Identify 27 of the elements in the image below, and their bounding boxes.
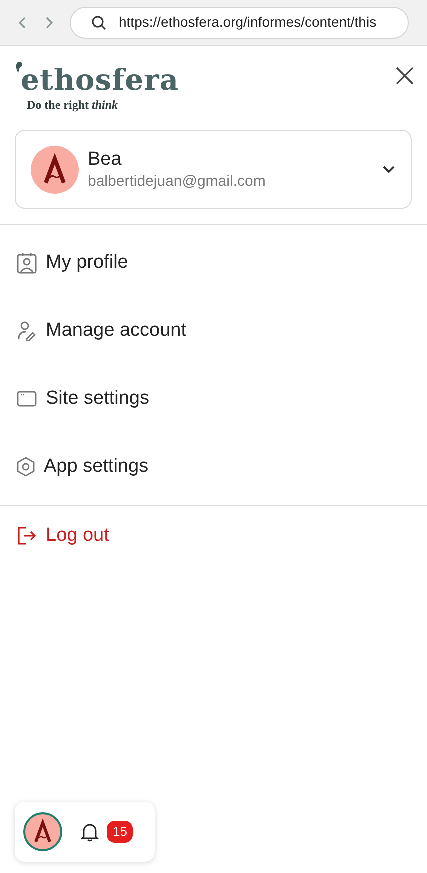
bell-icon[interactable] [81, 822, 99, 842]
account-card[interactable]: Bea balbertidejuan@gmail.com [15, 130, 412, 209]
logo-tagline: Do the right think [27, 97, 120, 114]
address-bar[interactable]: https://ethosfera.org/informes/content/this [70, 6, 409, 38]
logout-item[interactable]: Log out [0, 506, 427, 566]
chevron-down-icon[interactable] [382, 165, 396, 174]
account-name: Bea [88, 148, 123, 172]
back-icon[interactable] [18, 16, 28, 30]
notification-badge: 15 [107, 821, 134, 843]
url-text: https://ethosfera.org/informes/content/this [119, 13, 377, 32]
logo-drop-icon [16, 62, 23, 74]
close-icon[interactable] [395, 66, 415, 86]
account-email: balbertidejuan@gmail.com [88, 172, 267, 192]
search-icon [91, 14, 107, 30]
avatar-icon[interactable] [23, 812, 63, 852]
browser-window-icon [17, 391, 37, 407]
menu-item[interactable]: App settings [0, 433, 427, 501]
hexagon-icon [17, 457, 35, 477]
user-edit-icon [17, 321, 37, 341]
logo-wordmark: ethosfera [21, 64, 180, 96]
menu-item[interactable]: Manage account [0, 297, 427, 365]
forward-icon[interactable] [44, 16, 54, 30]
id-card-icon [17, 252, 37, 274]
avatar-icon [31, 146, 79, 194]
menu-item[interactable]: My profile [0, 229, 427, 297]
menu-item[interactable]: Site settings [0, 365, 427, 433]
logout-icon [16, 526, 38, 546]
